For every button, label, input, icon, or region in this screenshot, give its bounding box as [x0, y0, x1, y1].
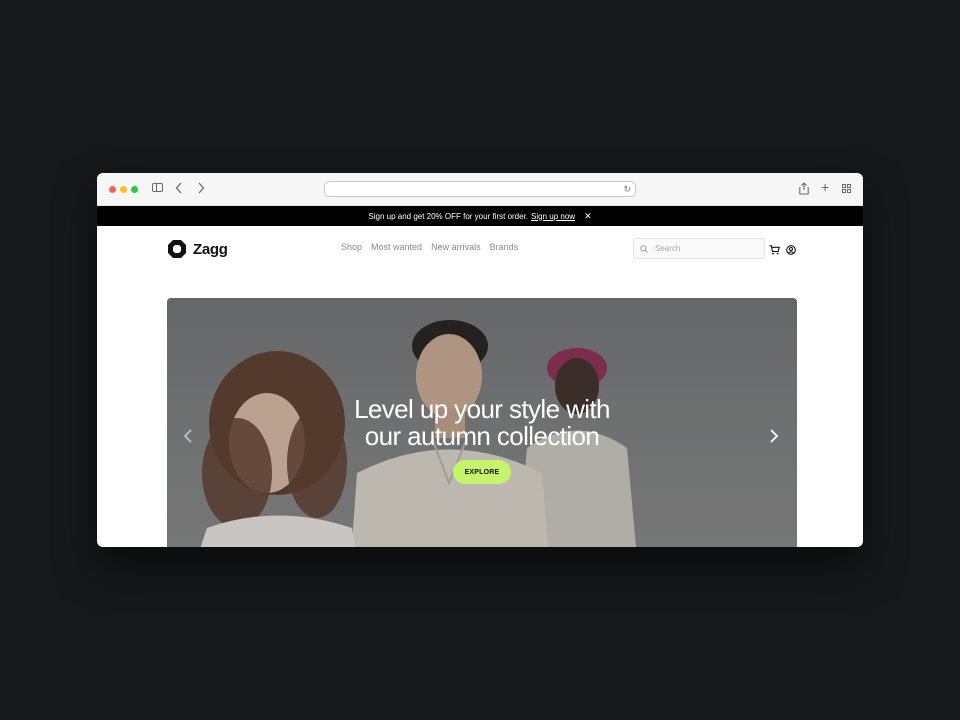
nav-item-new-arrivals[interactable]: New arrivals: [431, 242, 481, 252]
zoom-window-button[interactable]: [131, 186, 138, 193]
search-input[interactable]: [655, 244, 755, 253]
hero-banner: Level up your style with our autumn coll…: [167, 298, 797, 547]
chevron-right-icon[interactable]: [769, 428, 779, 447]
address-bar[interactable]: ↻: [324, 181, 636, 197]
tab-overview-icon[interactable]: [842, 184, 851, 193]
promo-text: Sign up and get 20% OFF for your first o…: [368, 211, 529, 221]
user-icon[interactable]: [786, 242, 796, 260]
explore-button[interactable]: EXPLORE: [453, 460, 511, 484]
main-nav: Shop Most wanted New arrivals Brands: [341, 242, 518, 252]
browser-window: ↻ + Sign up and get 20% OFF for your fir…: [97, 173, 863, 547]
nav-item-brands[interactable]: Brands: [490, 242, 519, 252]
forward-icon[interactable]: [197, 182, 205, 197]
brand-logo[interactable]: Zagg: [167, 239, 228, 259]
search-icon: [640, 244, 648, 253]
sidebar-toggle-icon[interactable]: [152, 183, 163, 192]
window-controls: [109, 186, 138, 193]
reload-icon[interactable]: ↻: [623, 183, 631, 195]
promo-signup-link[interactable]: Sign up now: [531, 212, 575, 221]
cart-icon[interactable]: [769, 242, 780, 260]
search-box[interactable]: [633, 238, 765, 259]
promo-bar: Sign up and get 20% OFF for your first o…: [97, 206, 863, 226]
minimize-window-button[interactable]: [120, 186, 127, 193]
close-window-button[interactable]: [109, 186, 116, 193]
hero-headline: Level up your style with our autumn coll…: [354, 394, 610, 451]
back-icon[interactable]: [175, 182, 183, 197]
browser-toolbar: ↻ +: [97, 173, 863, 206]
nav-item-shop[interactable]: Shop: [341, 242, 362, 252]
nav-item-most-wanted[interactable]: Most wanted: [371, 242, 422, 252]
share-icon[interactable]: [799, 182, 809, 198]
site-header: Zagg Shop Most wanted New arrivals Brand…: [97, 226, 863, 276]
brand-name: Zagg: [193, 240, 228, 258]
chevron-left-icon[interactable]: [183, 428, 193, 447]
new-tab-icon[interactable]: +: [821, 180, 829, 194]
promo-close-icon[interactable]: ✕: [584, 211, 592, 222]
logo-mark-icon: [168, 240, 186, 258]
